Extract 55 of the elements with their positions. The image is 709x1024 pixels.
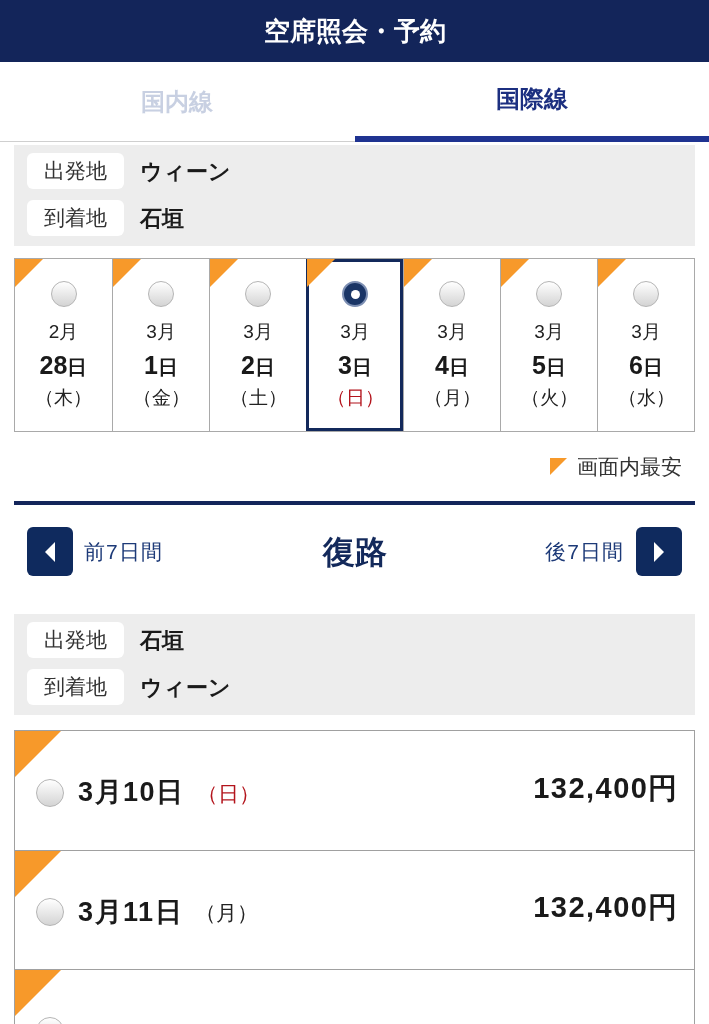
radio-button[interactable] bbox=[50, 281, 77, 307]
field-label: 出発地 bbox=[27, 153, 124, 189]
radio-button[interactable] bbox=[36, 898, 64, 926]
price-text: 132,400円 bbox=[533, 770, 679, 806]
radio-button[interactable] bbox=[36, 778, 64, 807]
radio-button[interactable] bbox=[342, 281, 368, 307]
date-cell[interactable]: 3月 3日 （日） bbox=[306, 259, 403, 431]
day-text: 5日 bbox=[532, 353, 566, 378]
radio-button[interactable] bbox=[439, 281, 465, 307]
month-text: 3月 bbox=[437, 322, 467, 341]
field-value: 石垣 bbox=[140, 626, 184, 655]
month-text: 3月 bbox=[631, 322, 661, 341]
field-label: 出発地 bbox=[27, 622, 124, 658]
weekday-text: （火） bbox=[520, 388, 578, 407]
radio-button[interactable] bbox=[536, 281, 562, 307]
day-text: 4日 bbox=[435, 353, 469, 378]
month-text: 3月 bbox=[146, 322, 176, 341]
price-text: 132,400円 bbox=[533, 890, 679, 926]
weekday-text: （土） bbox=[229, 388, 287, 407]
radio-button[interactable] bbox=[633, 281, 659, 307]
field-label: 到着地 bbox=[27, 669, 124, 705]
cheapest-legend-icon bbox=[550, 458, 567, 475]
field-value: ウィーン bbox=[140, 673, 231, 702]
weekday-text: （金） bbox=[132, 388, 190, 407]
day-text: 3日 bbox=[338, 353, 372, 378]
weekday-text: （木） bbox=[35, 388, 92, 407]
page-title: 空席照会・予約 bbox=[263, 14, 446, 48]
radio-button[interactable] bbox=[245, 281, 271, 307]
day-text: 6日 bbox=[629, 353, 663, 378]
weekday-text: （日） bbox=[196, 780, 260, 807]
month-text: 3月 bbox=[534, 322, 564, 341]
weekday-text: （月） bbox=[195, 900, 259, 927]
next-week-link[interactable]: 後7日間 bbox=[545, 535, 624, 568]
legend-text: 画面内最安 bbox=[577, 456, 682, 477]
month-text: 3月 bbox=[340, 322, 370, 341]
weekday-text: （水） bbox=[617, 388, 675, 407]
field-value: 石垣 bbox=[140, 204, 184, 233]
date-text: 3月10日 bbox=[78, 776, 185, 810]
day-text: 28日 bbox=[39, 353, 88, 378]
section-title: 復路 bbox=[322, 532, 387, 572]
field-label: 到着地 bbox=[27, 200, 124, 236]
next-button[interactable] bbox=[636, 527, 682, 576]
weekday-text: （日） bbox=[326, 388, 384, 407]
date-text: 3月11日 bbox=[78, 895, 184, 929]
triangle-right-icon bbox=[654, 541, 664, 562]
field-value: ウィーン bbox=[140, 157, 231, 186]
month-text: 3月 bbox=[243, 322, 273, 341]
triangle-left-icon bbox=[45, 541, 55, 562]
day-text: 1日 bbox=[144, 353, 178, 378]
day-text: 2日 bbox=[241, 353, 275, 378]
month-text: 2月 bbox=[48, 322, 79, 341]
radio-button[interactable] bbox=[148, 281, 174, 307]
weekday-text: （月） bbox=[423, 388, 481, 407]
previous-button[interactable] bbox=[27, 527, 73, 576]
previous-week-link[interactable]: 前7日間 bbox=[84, 535, 163, 568]
